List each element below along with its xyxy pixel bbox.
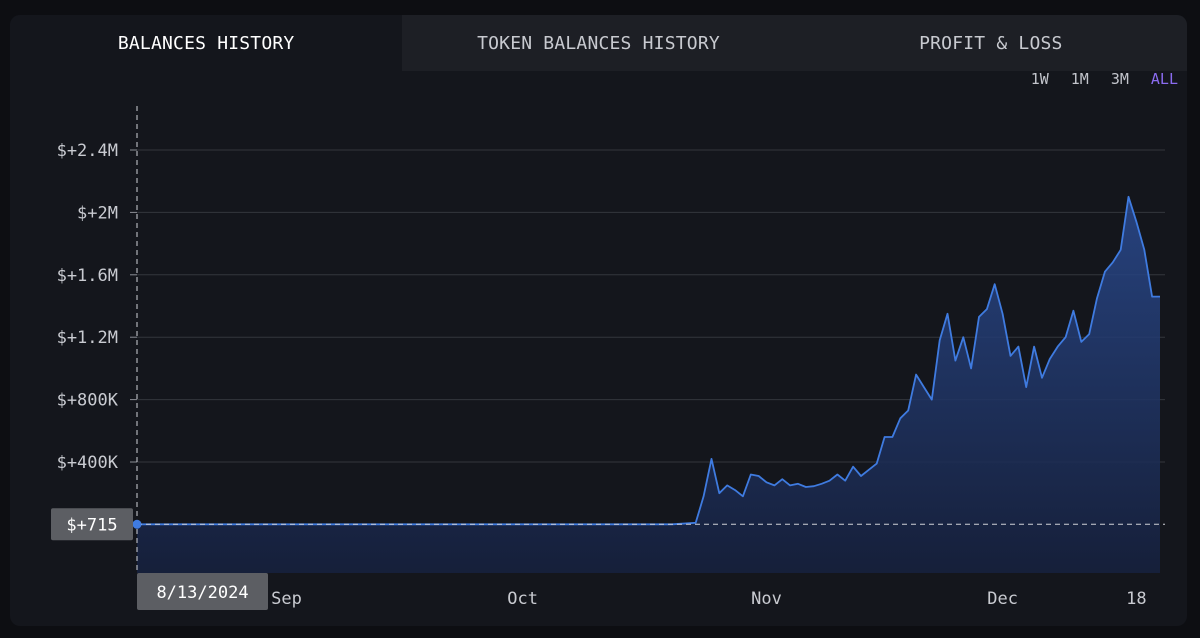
x-tick-label: Sep	[271, 589, 302, 609]
y-axis-labels: $+400K $+800K $+1.2M $+1.6M $+2M $+2.4M	[57, 141, 119, 473]
x-tick-label: Nov	[751, 589, 782, 609]
y-tick-label: $+800K	[57, 391, 119, 411]
y-tick-label: $+2.4M	[57, 141, 118, 161]
x-axis-labels: Sep Oct Nov Dec 18	[271, 589, 1146, 609]
area-fill	[137, 196, 1160, 574]
series-area	[137, 196, 1160, 574]
crosshair-date-label: 8/13/2024	[156, 583, 248, 603]
y-tick-label: $+2M	[77, 203, 118, 223]
x-tick-label: Oct	[507, 589, 538, 609]
y-tick-label: $+1.2M	[57, 328, 118, 348]
x-tick-label: 18	[1126, 589, 1146, 609]
balance-area-chart[interactable]: $+400K $+800K $+1.2M $+1.6M $+2M $+2.4M Sep Oc…	[0, 0, 1200, 638]
y-tick-label: $+1.6M	[57, 266, 118, 286]
x-tick-label: Dec	[987, 589, 1018, 609]
crosshair-point	[132, 519, 142, 529]
y-tick-label: $+400K	[57, 453, 119, 473]
crosshair-value-label: $+715	[66, 515, 117, 535]
